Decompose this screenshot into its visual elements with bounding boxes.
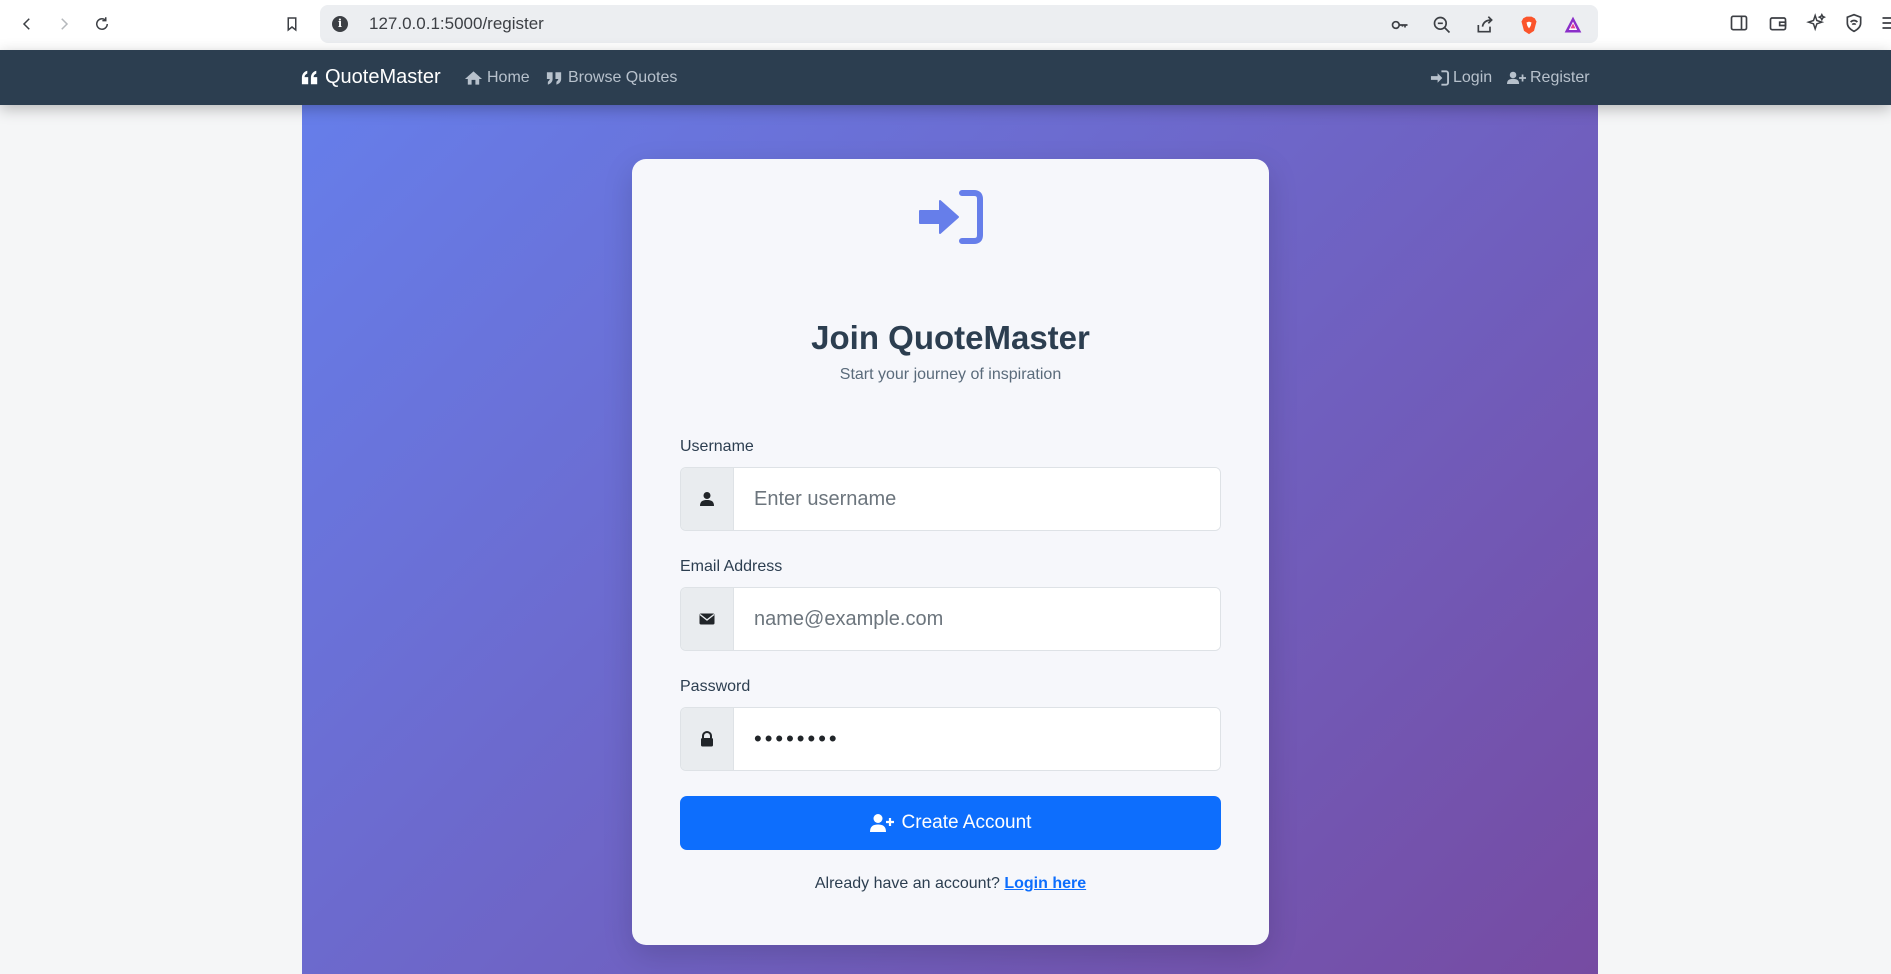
- browser-toolbar: i 127.0.0.1:5000/register: [0, 0, 1891, 50]
- site-info-icon[interactable]: i: [332, 16, 348, 32]
- bookmark-icon[interactable]: [280, 12, 304, 36]
- vpn-icon[interactable]: [1844, 13, 1866, 35]
- app-navbar: QuoteMaster Home Browse Quotes Login Reg…: [0, 50, 1891, 105]
- quote-icon: [301, 70, 318, 84]
- email-input-group: [680, 587, 1221, 651]
- envelope-icon: [681, 588, 734, 650]
- brand-name: QuoteMaster: [325, 66, 441, 88]
- email-label: Email Address: [680, 558, 783, 575]
- nav-home[interactable]: Home: [464, 69, 530, 87]
- share-icon[interactable]: [1474, 14, 1496, 36]
- brand-link[interactable]: QuoteMaster: [301, 66, 441, 89]
- user-icon: [681, 468, 734, 530]
- password-input[interactable]: [734, 708, 1220, 770]
- leo-ai-icon[interactable]: [1806, 12, 1828, 35]
- home-icon: [464, 71, 483, 85]
- card-subtitle: Start your journey of inspiration: [839, 366, 1062, 383]
- email-input[interactable]: [734, 588, 1220, 650]
- lock-icon: [681, 708, 734, 770]
- brave-rewards-icon[interactable]: [1562, 14, 1584, 36]
- username-input[interactable]: [734, 468, 1220, 530]
- nav-login[interactable]: Login: [1430, 69, 1492, 87]
- password-label: Password: [680, 678, 751, 695]
- sign-in-icon: [1430, 70, 1449, 86]
- address-bar[interactable]: i 127.0.0.1:5000/register: [320, 5, 1598, 43]
- url-text[interactable]: 127.0.0.1:5000/register: [369, 14, 544, 34]
- nav-browse-label: Browse Quotes: [568, 69, 678, 86]
- login-prompt: Already have an account? Login here: [632, 875, 1269, 893]
- nav-register-label: Register: [1530, 69, 1590, 86]
- quote-right-icon: [546, 72, 562, 85]
- register-logo-icon: [919, 190, 983, 244]
- login-here-link[interactable]: Login here: [1004, 875, 1086, 892]
- forward-icon[interactable]: [52, 12, 76, 36]
- reload-icon[interactable]: [90, 12, 114, 36]
- card-title: Join QuoteMaster: [811, 319, 1090, 356]
- nav-browse-quotes[interactable]: Browse Quotes: [545, 69, 677, 87]
- register-card: Join QuoteMaster Start your journey of i…: [632, 159, 1269, 945]
- user-plus-icon: [869, 814, 894, 832]
- key-icon[interactable]: [1389, 14, 1411, 36]
- user-plus-icon: [1507, 71, 1526, 85]
- brave-shield-icon[interactable]: [1518, 14, 1540, 36]
- menu-icon[interactable]: [1880, 13, 1891, 35]
- nav-home-label: Home: [487, 69, 530, 86]
- username-input-group: [680, 467, 1221, 531]
- login-prompt-text: Already have an account?: [814, 875, 1000, 892]
- nav-register[interactable]: Register: [1507, 69, 1590, 87]
- password-input-group: [680, 707, 1221, 771]
- zoom-out-icon[interactable]: [1431, 14, 1453, 36]
- create-account-label: Create Account: [901, 812, 1032, 833]
- back-icon[interactable]: [15, 12, 39, 36]
- sidebar-icon[interactable]: [1729, 13, 1751, 35]
- nav-login-label: Login: [1453, 69, 1493, 86]
- username-label: Username: [680, 438, 754, 455]
- wallet-icon[interactable]: [1768, 13, 1790, 35]
- create-account-button[interactable]: Create Account: [680, 796, 1221, 850]
